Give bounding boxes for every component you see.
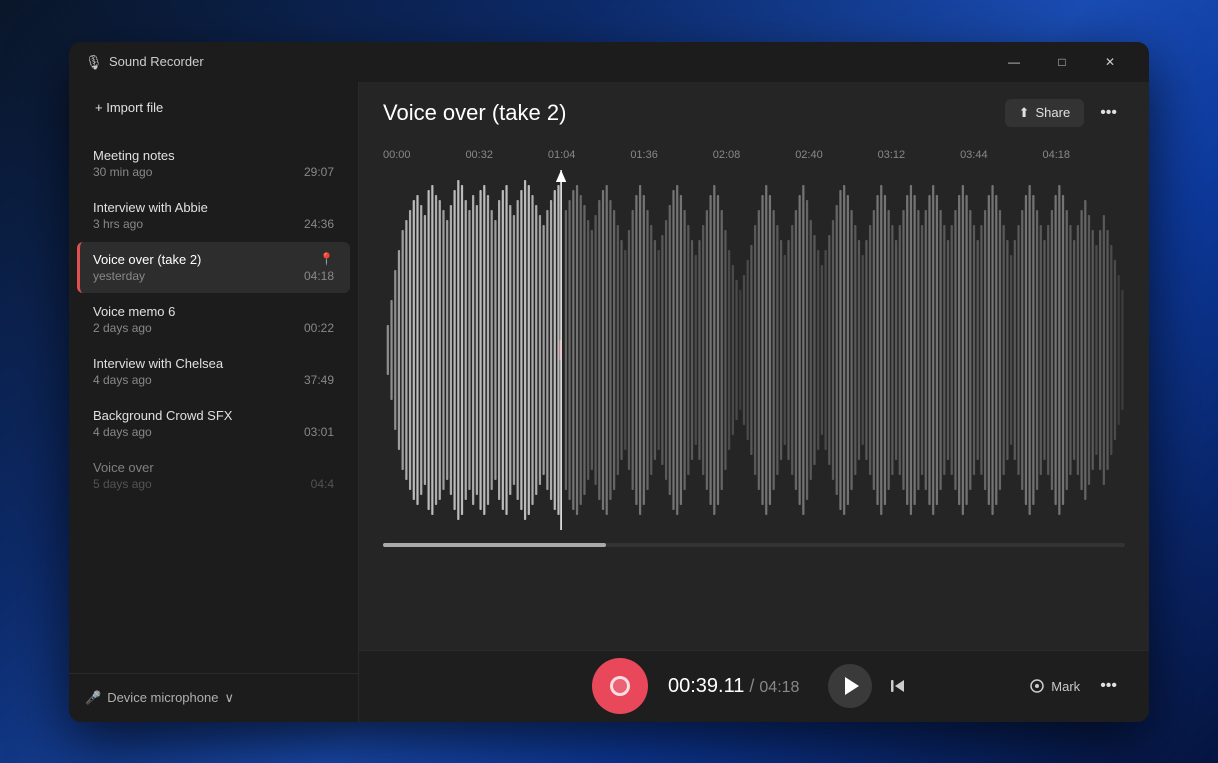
- mark-label: Mark: [1051, 679, 1080, 694]
- share-label: Share: [1035, 105, 1070, 120]
- recording-duration: 00:22: [304, 321, 334, 335]
- microphone-selector[interactable]: 🎤 Device microphone ∨: [85, 686, 342, 710]
- sidebar: + Import file Meeting notes 30 min ago 2…: [69, 82, 359, 722]
- waveform-container[interactable]: 00:00 00:32 01:04 01:36 02:08 02:40 03:1…: [359, 140, 1149, 650]
- recording-duration: 03:01: [304, 425, 334, 439]
- recording-duration: 24:36: [304, 217, 334, 231]
- microphone-icon: 🎤: [85, 690, 101, 706]
- pin-icon: 📍: [319, 252, 334, 266]
- recording-date: 4 days ago: [93, 425, 152, 439]
- window-controls: — □ ✕: [991, 47, 1133, 77]
- recording-date: 5 days ago: [93, 477, 152, 491]
- waveform-display[interactable]: // This will be rendered via static bars…: [383, 170, 1125, 530]
- app-window: 🎙 Sound Recorder — □ ✕ + Import file Mee…: [69, 42, 1149, 722]
- recording-name: Interview with Abbie: [93, 200, 208, 215]
- import-file-button[interactable]: + Import file: [85, 94, 173, 121]
- recording-duration: 04:4: [311, 477, 334, 491]
- timeline-mark: 03:12: [878, 149, 960, 161]
- chevron-down-icon: ∨: [224, 690, 234, 706]
- maximize-button[interactable]: □: [1039, 47, 1085, 77]
- recording-name: Interview with Chelsea: [93, 356, 223, 371]
- timeline-mark: 01:04: [548, 149, 630, 161]
- timeline-mark: 00:00: [383, 149, 465, 161]
- list-item[interactable]: Interview with Abbie 3 hrs ago 24:36: [77, 190, 350, 241]
- right-controls: Mark •••: [1029, 671, 1125, 701]
- timeline-mark: 02:08: [713, 149, 795, 161]
- play-button[interactable]: [828, 664, 872, 708]
- time-total: 04:18: [759, 679, 799, 696]
- list-item-active[interactable]: Voice over (take 2) 📍 yesterday 04:18: [77, 242, 350, 293]
- scroll-track[interactable]: [383, 543, 1125, 547]
- list-item[interactable]: Meeting notes 30 min ago 29:07: [77, 138, 350, 189]
- record-button[interactable]: [592, 658, 648, 714]
- recording-name: Background Crowd SFX: [93, 408, 232, 423]
- list-item[interactable]: Voice over 5 days ago 04:4: [77, 450, 350, 501]
- skip-back-icon: [889, 677, 907, 695]
- recording-duration: 04:18: [304, 269, 334, 283]
- time-current: 00:39.11: [668, 675, 744, 697]
- list-item[interactable]: Interview with Chelsea 4 days ago 37:49: [77, 346, 350, 397]
- share-button[interactable]: ⬆ Share: [1005, 99, 1085, 127]
- controls-more-button[interactable]: •••: [1092, 671, 1125, 701]
- panel-header: Voice over (take 2) ⬆ Share •••: [359, 82, 1149, 140]
- title-bar: 🎙 Sound Recorder — □ ✕: [69, 42, 1149, 82]
- recording-date: 30 min ago: [93, 165, 152, 179]
- app-title: Sound Recorder: [109, 54, 991, 69]
- recording-name: Voice over (take 2): [93, 252, 201, 267]
- minimize-button[interactable]: —: [991, 47, 1037, 77]
- more-options-button[interactable]: •••: [1092, 98, 1125, 128]
- timeline-ruler: 00:00 00:32 01:04 01:36 02:08 02:40 03:1…: [383, 140, 1125, 170]
- recording-title: Voice over (take 2): [383, 100, 566, 126]
- sidebar-header: + Import file: [69, 82, 358, 133]
- timeline-mark: 01:36: [630, 149, 712, 161]
- recording-date: 2 days ago: [93, 321, 152, 335]
- controls-bar: 00:39.11 / 04:18: [359, 650, 1149, 722]
- timeline-mark: 02:40: [795, 149, 877, 161]
- timeline-mark: 00:32: [465, 149, 547, 161]
- recording-date: yesterday: [93, 269, 145, 283]
- recording-name: Voice memo 6: [93, 304, 175, 319]
- waveform-svg: // This will be rendered via static bars…: [383, 170, 1125, 530]
- list-item[interactable]: Background Crowd SFX 4 days ago 03:01: [77, 398, 350, 449]
- recording-duration: 37:49: [304, 373, 334, 387]
- time-separator: /: [744, 676, 759, 696]
- recording-name: Voice over: [93, 460, 154, 475]
- play-icon: [845, 677, 859, 695]
- mark-button[interactable]: Mark: [1029, 678, 1080, 694]
- timeline-mark: 04:18: [1043, 149, 1125, 161]
- recording-date: 4 days ago: [93, 373, 152, 387]
- sidebar-footer: 🎤 Device microphone ∨: [69, 673, 358, 722]
- recordings-list[interactable]: Meeting notes 30 min ago 29:07 Interview…: [69, 133, 358, 673]
- recording-name: Meeting notes: [93, 148, 175, 163]
- record-button-inner: [610, 676, 630, 696]
- microphone-label: Device microphone: [107, 690, 218, 705]
- close-button[interactable]: ✕: [1087, 47, 1133, 77]
- recording-date: 3 hrs ago: [93, 217, 143, 231]
- scroll-thumb: [383, 543, 606, 547]
- time-display: 00:39.11 / 04:18: [668, 675, 808, 698]
- header-actions: ⬆ Share •••: [1005, 98, 1125, 128]
- recording-duration: 29:07: [304, 165, 334, 179]
- main-content: + Import file Meeting notes 30 min ago 2…: [69, 82, 1149, 722]
- timeline-mark: 03:44: [960, 149, 1042, 161]
- list-item[interactable]: Voice memo 6 2 days ago 00:22: [77, 294, 350, 345]
- timeline-marks: 00:00 00:32 01:04 01:36 02:08 02:40 03:1…: [383, 149, 1125, 161]
- skip-back-button[interactable]: [880, 668, 916, 704]
- main-panel: Voice over (take 2) ⬆ Share ••• 00:00 00…: [359, 82, 1149, 722]
- app-icon: 🎙: [85, 54, 101, 70]
- share-icon: ⬆: [1019, 105, 1030, 121]
- mark-icon: [1029, 678, 1045, 694]
